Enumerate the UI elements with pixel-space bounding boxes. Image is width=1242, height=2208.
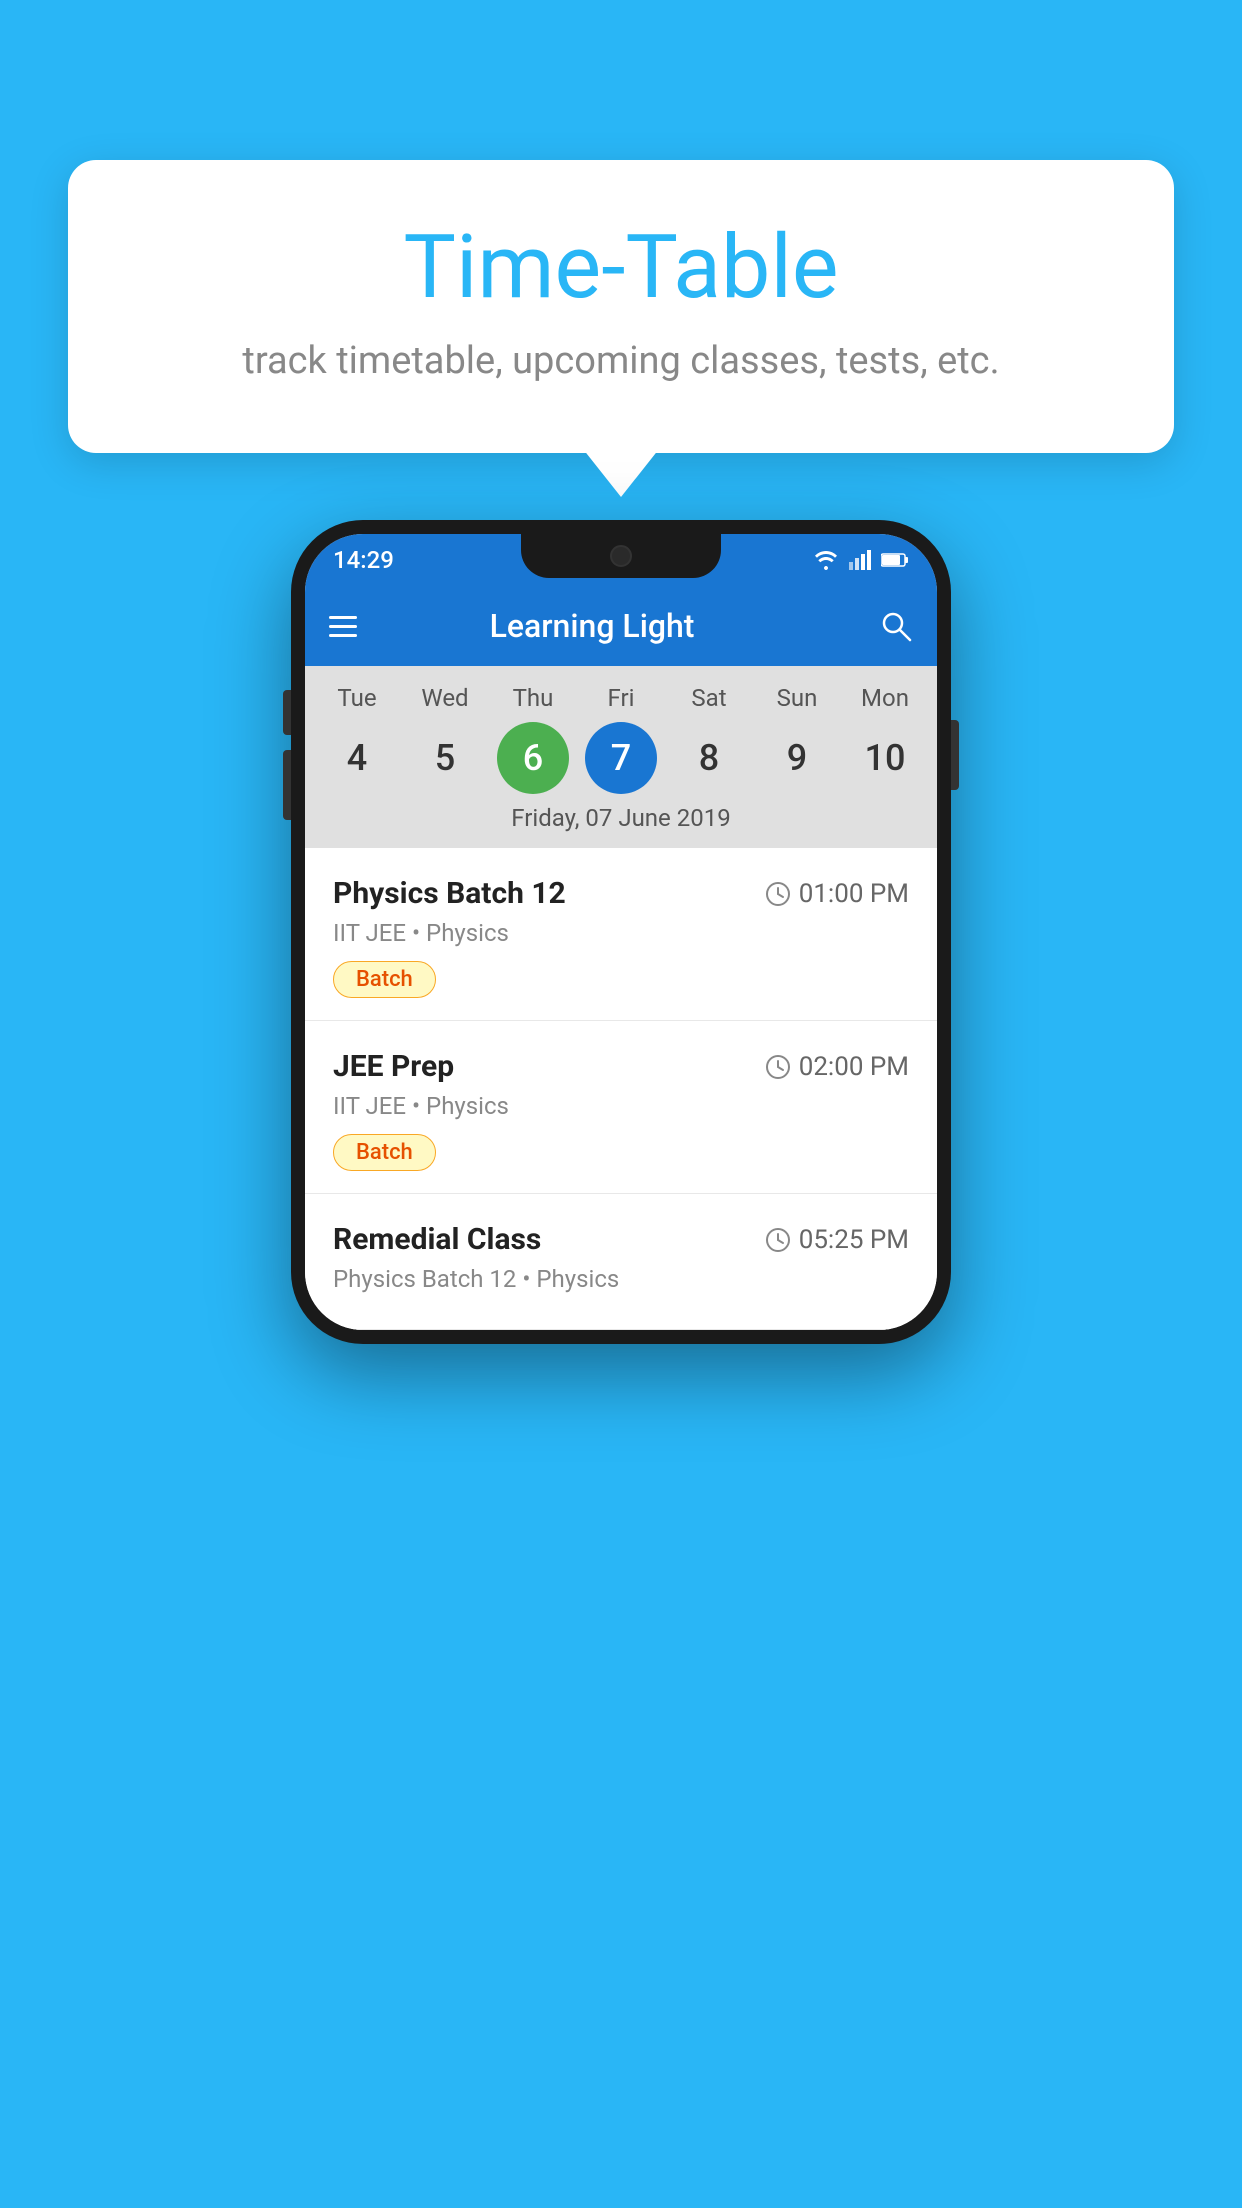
day-header: Fri: [585, 684, 657, 712]
day-number[interactable]: 5: [409, 722, 481, 794]
class-item[interactable]: Remedial Class 05:25 PM Physics Batch 12 …: [305, 1194, 937, 1330]
class-item[interactable]: JEE Prep 02:00 PM IIT JEE • Physics Batch: [305, 1021, 937, 1194]
day-header: Thu: [497, 684, 569, 712]
time-text: 05:25 PM: [799, 1225, 909, 1255]
class-time: 01:00 PM: [765, 879, 909, 909]
day-header: Wed: [409, 684, 481, 712]
day-number[interactable]: 7: [585, 722, 657, 794]
phone-frame: 14:29: [291, 520, 951, 1344]
class-time: 02:00 PM: [765, 1052, 909, 1082]
day-header: Mon: [849, 684, 921, 712]
battery-icon: [881, 552, 909, 568]
class-name: JEE Prep: [333, 1049, 454, 1084]
tooltip-title: Time-Table: [148, 220, 1094, 317]
day-headers: Tue Wed Thu Fri Sat Sun Mon: [305, 684, 937, 712]
day-header: Tue: [321, 684, 393, 712]
tooltip-subtitle: track timetable, upcoming classes, tests…: [148, 339, 1094, 383]
day-number[interactable]: 10: [849, 722, 921, 794]
tooltip-card: Time-Table track timetable, upcoming cla…: [68, 160, 1174, 453]
volume-up-button: [283, 690, 291, 735]
class-name: Physics Batch 12: [333, 876, 566, 911]
day-header: Sun: [761, 684, 833, 712]
day-header: Sat: [673, 684, 745, 712]
selected-date-label: Friday, 07 June 2019: [305, 794, 937, 836]
status-time: 14:29: [333, 546, 394, 574]
clock-icon: [765, 1054, 791, 1080]
class-name: Remedial Class: [333, 1222, 541, 1257]
day-number[interactable]: 4: [321, 722, 393, 794]
class-item[interactable]: Physics Batch 12 01:00 PM IIT JEE • Physi…: [305, 848, 937, 1021]
class-time: 05:25 PM: [765, 1225, 909, 1255]
time-text: 01:00 PM: [799, 879, 909, 909]
phone-camera: [610, 545, 632, 567]
time-text: 02:00 PM: [799, 1052, 909, 1082]
batch-badge: Batch: [333, 1134, 436, 1171]
class-subject-line: IIT JEE • Physics: [333, 919, 909, 947]
status-icons: [813, 550, 909, 570]
clock-icon: [765, 881, 791, 907]
day-number[interactable]: 8: [673, 722, 745, 794]
phone-notch: [521, 534, 721, 578]
class-list: Physics Batch 12 01:00 PM IIT JEE • Physi…: [305, 848, 937, 1330]
batch-badge: Batch: [333, 961, 436, 998]
class-subject-line: IIT JEE • Physics: [333, 1092, 909, 1120]
phone-mockup: 14:29: [291, 520, 951, 1344]
class-item-header: Physics Batch 12 01:00 PM: [333, 876, 909, 911]
day-number[interactable]: 6: [497, 722, 569, 794]
calendar-strip: Tue Wed Thu Fri Sat Sun Mon 45678910 Friday, 0…: [305, 666, 937, 848]
signal-icon: [849, 550, 871, 570]
wifi-icon: [813, 550, 839, 570]
day-number[interactable]: 9: [761, 722, 833, 794]
power-button: [951, 720, 959, 790]
class-item-header: JEE Prep 02:00 PM: [333, 1049, 909, 1084]
day-numbers: 45678910: [305, 722, 937, 794]
volume-down-button: [283, 750, 291, 820]
app-title: Learning Light: [329, 607, 855, 645]
app-bar: Learning Light: [305, 586, 937, 666]
search-icon[interactable]: [879, 609, 913, 643]
phone-screen: 14:29: [305, 534, 937, 1330]
clock-icon: [765, 1227, 791, 1253]
class-item-header: Remedial Class 05:25 PM: [333, 1222, 909, 1257]
class-subject-line: Physics Batch 12 • Physics: [333, 1265, 909, 1293]
